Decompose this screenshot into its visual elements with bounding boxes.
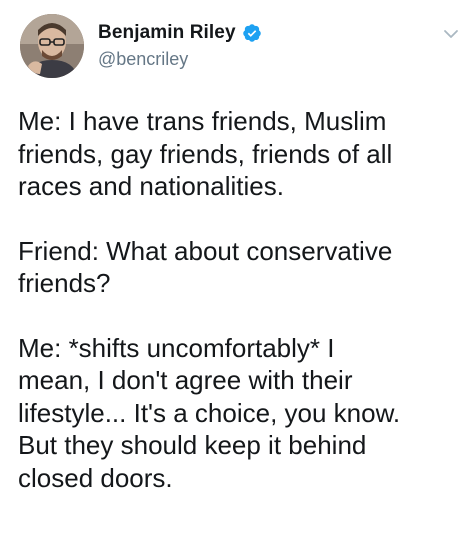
tweet-line: Me: *shifts uncomfortably* I bbox=[18, 332, 335, 363]
tweet-paragraph: Me: I have trans friends, Muslim friends… bbox=[18, 105, 462, 203]
tweet-paragraph: Friend: What about conservative friends? bbox=[18, 235, 462, 300]
avatar[interactable] bbox=[20, 14, 84, 78]
author-block: Benjamin Riley @bencriley bbox=[98, 20, 262, 70]
tweet-line: But they should keep it behind bbox=[18, 430, 367, 460]
tweet-line: friends, gay friends, friends of all bbox=[18, 138, 393, 169]
chevron-down-icon[interactable] bbox=[443, 26, 459, 38]
display-name[interactable]: Benjamin Riley bbox=[98, 22, 236, 44]
tweet-line: friends? bbox=[18, 268, 111, 298]
tweet-line: lifestyle... It's a choice, you know. bbox=[18, 397, 401, 428]
avatar-image bbox=[20, 14, 84, 78]
tweet-line: Friend: What about conservative bbox=[18, 235, 393, 266]
tweet-paragraph: Me: *shifts uncomfortably* I mean, I don… bbox=[18, 332, 462, 495]
handle[interactable]: @bencriley bbox=[98, 49, 262, 70]
tweet-line: Me: I have trans friends, Muslim bbox=[18, 106, 387, 136]
tweet-card: Benjamin Riley @bencriley Me: I have tra… bbox=[0, 0, 473, 559]
tweet-text: Me: I have trans friends, Muslim friends… bbox=[18, 105, 462, 526]
tweet-line: mean, I don't agree with their bbox=[18, 365, 353, 395]
tweet-line: closed doors. bbox=[18, 462, 173, 493]
verified-badge-icon bbox=[242, 23, 262, 43]
name-row: Benjamin Riley bbox=[98, 20, 262, 46]
tweet-line: races and nationalities. bbox=[18, 171, 284, 201]
